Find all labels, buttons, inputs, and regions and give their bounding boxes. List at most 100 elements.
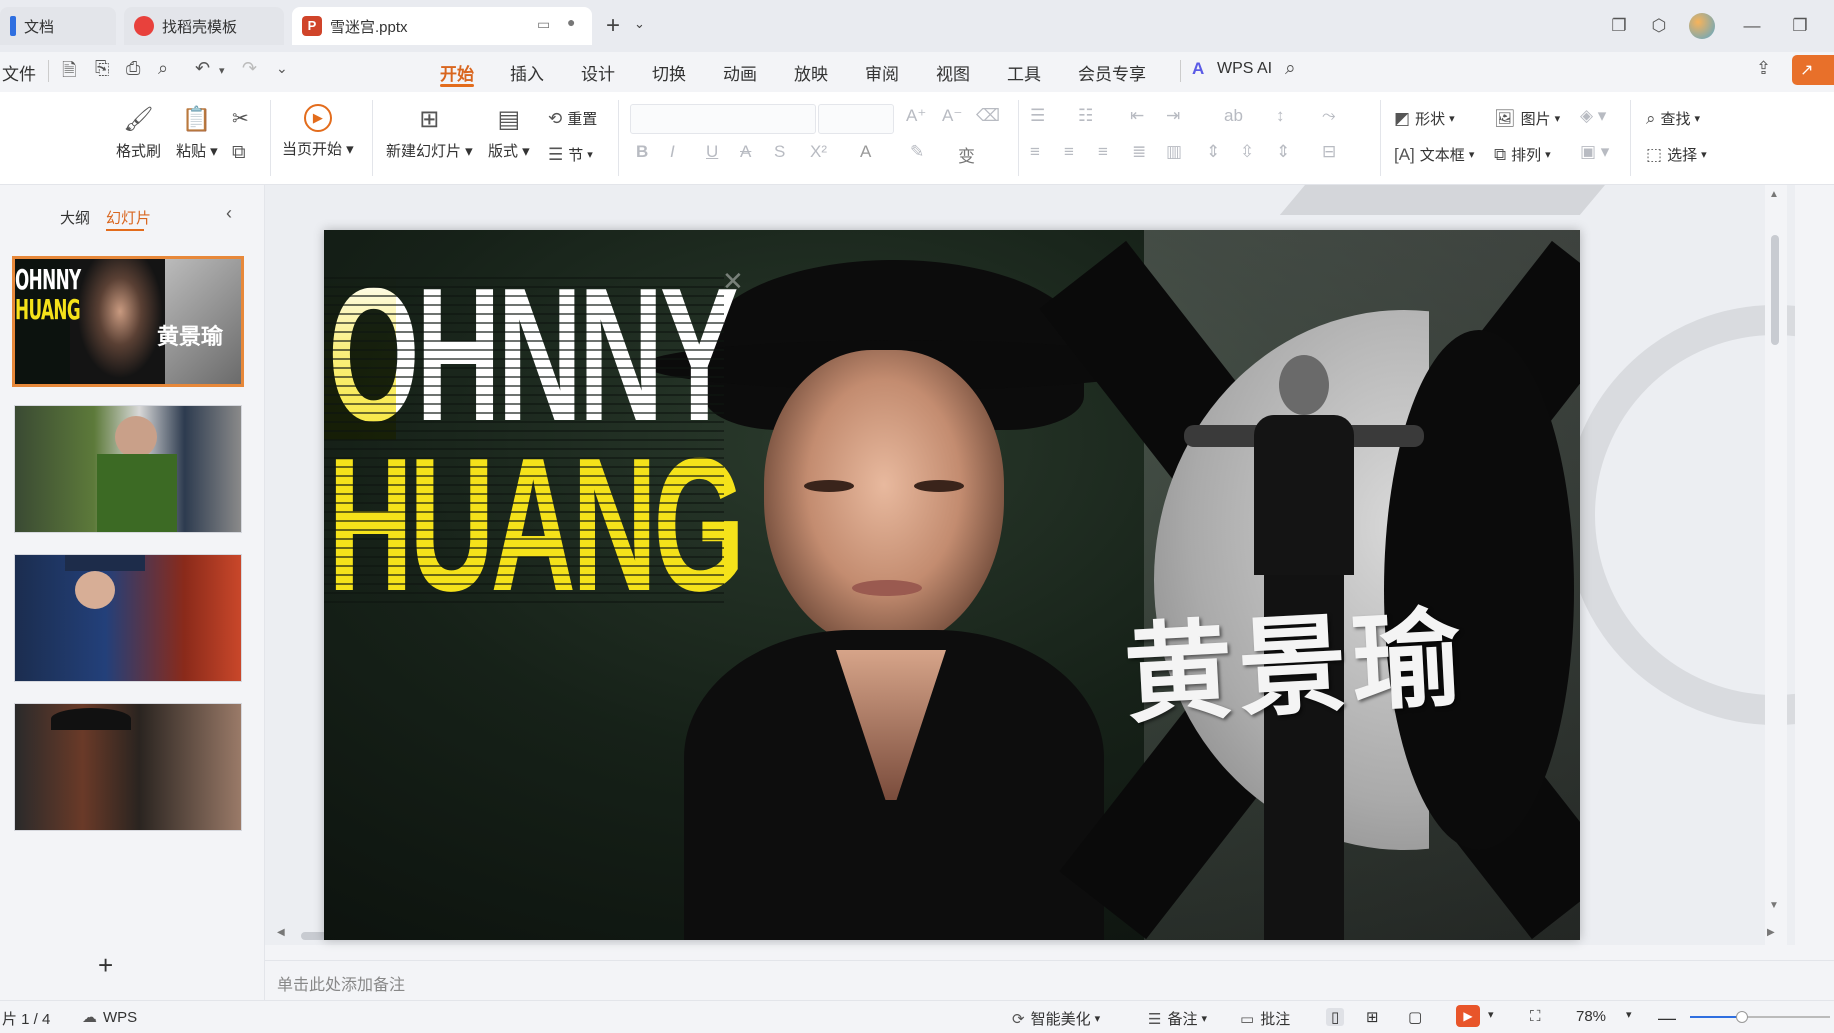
play-slideshow-icon[interactable]: ▶ [1456, 1005, 1480, 1027]
menu-membership[interactable]: 会员专享 [1078, 60, 1146, 85]
export-icon[interactable]: ⎘ [95, 58, 109, 79]
arrange-button[interactable]: ⧉ 排列 ▾ [1494, 144, 1551, 165]
align-left-icon[interactable]: ≡ [1030, 142, 1040, 162]
paragraph-spacing-icon[interactable]: ⇳ [1240, 142, 1254, 162]
multi-window-icon[interactable]: ❐ [1605, 12, 1633, 40]
underline-icon[interactable]: U [706, 142, 718, 162]
line-spacing-icon[interactable]: ⇕ [1206, 142, 1220, 162]
font-color-icon[interactable]: A [860, 142, 871, 162]
menu-insert[interactable]: 插入 [510, 60, 544, 85]
menu-slideshow[interactable]: 放映 [794, 60, 828, 85]
wps-ai-button[interactable]: WPS AI [1217, 60, 1272, 78]
picture-button[interactable]: 🖼 图片 ▾ [1494, 108, 1560, 129]
select-button[interactable]: ⬚ 选择 ▾ [1646, 144, 1707, 165]
cube-icon[interactable]: ⬡ [1645, 12, 1673, 40]
comment-button[interactable]: ▭ 批注 [1240, 1008, 1290, 1029]
zoom-level[interactable]: 78% [1576, 1008, 1606, 1025]
new-slide-button[interactable]: ⊞ 新建幻灯片 ▾ [386, 104, 473, 161]
zoom-slider-track[interactable] [1690, 1011, 1830, 1023]
slideshow-dropdown-icon[interactable]: ▾ [1488, 1008, 1494, 1021]
add-slide-button[interactable]: + [98, 950, 113, 981]
fill-color-icon[interactable]: ◈ ▾ [1580, 106, 1606, 126]
menu-animation[interactable]: 动画 [723, 60, 757, 85]
textbox-button[interactable]: [A] 文本框 ▾ [1394, 144, 1474, 165]
strikethrough-icon[interactable]: A [740, 142, 751, 162]
highlight-icon[interactable]: ✎ [910, 142, 924, 162]
zoom-dropdown-icon[interactable]: ▾ [1626, 1008, 1632, 1021]
cut-icon[interactable]: ✂ [232, 106, 249, 131]
scroll-right-icon[interactable]: ▶ [1767, 927, 1775, 938]
menu-view[interactable]: 视图 [936, 60, 970, 85]
more-chevron-icon[interactable]: ⌄ [276, 60, 288, 77]
text-box-align-icon[interactable]: ⊟ [1322, 142, 1336, 162]
slide-thumbnail-3[interactable] [14, 554, 242, 682]
spacing-dropdown-icon[interactable]: ⇕ [1276, 142, 1290, 162]
tab-documents[interactable]: 文档 [0, 7, 116, 45]
menu-design[interactable]: 设计 [581, 60, 615, 85]
phonetic-icon[interactable]: 变 [958, 142, 975, 167]
zoom-out-icon[interactable]: — [1658, 1008, 1676, 1029]
maximize-icon[interactable]: ❐ [1786, 12, 1814, 40]
menu-review[interactable]: 审阅 [865, 60, 899, 85]
paste-button[interactable]: 📋 粘贴 ▾ [176, 104, 218, 161]
copy-icon[interactable]: ⧉ [232, 142, 246, 164]
scroll-left-icon[interactable]: ◀ [277, 927, 285, 938]
font-size-dropdown[interactable] [818, 104, 894, 134]
shadow-icon[interactable]: S [774, 142, 785, 162]
fit-window-icon[interactable]: ⛶ [1530, 1008, 1541, 1025]
scroll-up-icon[interactable]: ▲ [1769, 189, 1779, 200]
text-direction-icon[interactable]: ab [1224, 106, 1243, 126]
redo-icon[interactable]: ↷ [242, 58, 257, 79]
print-preview-icon[interactable]: ⌕ [158, 58, 168, 79]
convert-smartart-icon[interactable]: ⤳ [1322, 106, 1336, 126]
format-painter-button[interactable]: 🖌 格式刷 [116, 104, 161, 161]
bold-icon[interactable]: B [636, 142, 648, 162]
superscript-icon[interactable]: X² [810, 142, 827, 162]
layout-button[interactable]: ▤ 版式 ▾ [488, 104, 530, 161]
undo-dropdown-icon[interactable]: ▾ [219, 64, 225, 77]
decrease-font-icon[interactable]: A⁻ [942, 106, 962, 126]
save-icon[interactable]: 🗎 [62, 58, 76, 88]
decrease-indent-icon[interactable]: ⇤ [1130, 106, 1144, 126]
slide-thumbnail-1[interactable]: OHNNY HUANG 黄景瑜 [12, 256, 244, 387]
align-center-icon[interactable]: ≡ [1064, 142, 1074, 162]
section-button[interactable]: ☰ 节 ▾ [548, 144, 593, 165]
outline-color-icon[interactable]: ▣ ▾ [1580, 142, 1609, 162]
outline-tab[interactable]: 大纲 [60, 207, 90, 228]
file-menu[interactable]: 文件 [2, 60, 36, 85]
justify-icon[interactable]: ≣ [1132, 142, 1146, 162]
sort-icon[interactable]: ↕ [1276, 106, 1285, 126]
bullet-list-icon[interactable]: ☰ [1030, 106, 1045, 126]
tab-templates[interactable]: 找稻壳模板 [124, 7, 284, 45]
new-tab-plus-icon[interactable]: + [606, 12, 620, 40]
slide-thumbnail-4[interactable] [14, 703, 242, 831]
zoom-slider-handle[interactable] [1736, 1011, 1748, 1023]
tab-list-chevron-icon[interactable]: ⌄ [634, 16, 645, 32]
notes-button[interactable]: ☰ 备注 ▾ [1148, 1008, 1207, 1029]
start-from-current-button[interactable]: ▶ 当页开始 ▾ [282, 104, 354, 159]
slide-thumbnail-2[interactable] [14, 405, 242, 533]
slide-sorter-icon[interactable]: ⊞ [1366, 1008, 1379, 1026]
reset-button[interactable]: ⟲ 重置 [548, 108, 597, 129]
screen-icon[interactable]: ▭ [537, 16, 550, 33]
columns-icon[interactable]: ▥ [1166, 142, 1182, 162]
clear-format-icon[interactable]: ⌫ [976, 106, 1000, 126]
smart-beautify-button[interactable]: ⟳ 智能美化 ▾ [1012, 1008, 1100, 1029]
notes-area[interactable]: 单击此处添加备注 [265, 960, 1834, 1003]
italic-icon[interactable]: I [670, 142, 675, 162]
tab-active-pptx[interactable]: P 雪迷宫.pptx ▭ ● [292, 7, 592, 45]
font-family-dropdown[interactable] [630, 104, 816, 134]
find-button[interactable]: ⌕ 查找 ▾ [1646, 108, 1700, 129]
reading-view-icon[interactable]: ▢ [1408, 1008, 1422, 1026]
increase-font-icon[interactable]: A⁺ [906, 106, 926, 126]
vertical-scrollbar[interactable]: ▲ ▼ [1765, 185, 1787, 945]
scrollbar-thumb[interactable] [1771, 235, 1779, 345]
shape-button[interactable]: ◩ 形状 ▾ [1394, 108, 1455, 129]
increase-indent-icon[interactable]: ⇥ [1166, 106, 1180, 126]
print-icon[interactable]: ⎙ [126, 58, 140, 79]
cloud-upload-icon[interactable]: ⇪ [1756, 58, 1771, 79]
avatar[interactable] [1688, 12, 1716, 40]
align-right-icon[interactable]: ≡ [1098, 142, 1108, 162]
undo-icon[interactable]: ↶ [195, 58, 210, 79]
slides-tab[interactable]: 幻灯片 [106, 207, 151, 228]
